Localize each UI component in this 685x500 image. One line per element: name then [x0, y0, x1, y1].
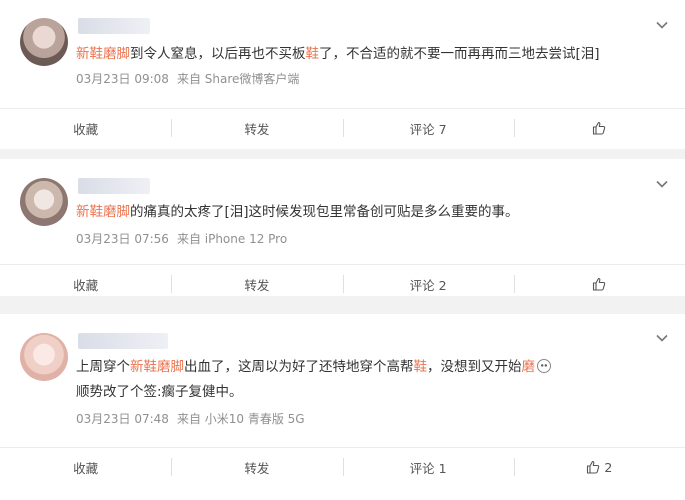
chevron-down-icon[interactable] — [655, 18, 669, 32]
comment-button[interactable]: 评论 1 — [342, 448, 514, 486]
hashtag-link[interactable]: 新鞋磨脚 — [76, 46, 130, 62]
post-text: 上周穿个新鞋磨脚出血了，这周以为好了还特地穿个高帮鞋，没想到又开始磨 — [76, 357, 665, 377]
post-source: 来自 iPhone 12 Pro — [176, 232, 288, 246]
username-blurred[interactable] — [78, 18, 150, 34]
thumbs-up-icon — [592, 277, 606, 291]
post-text-line2: 顺势改了个签:瘸子复健中。 — [76, 384, 243, 400]
hashtag-link[interactable]: 新鞋磨脚 — [76, 204, 130, 220]
comment-button[interactable]: 评论 7 — [342, 109, 514, 147]
like-count: 2 — [604, 459, 613, 475]
post-source: 来自 Share微博客户端 — [176, 72, 300, 86]
post-source: 来自 小米10 青春版 5G — [176, 412, 305, 426]
post-text: 新鞋磨脚的痛真的太疼了[泪]这时候发现包里常备创可贴是多么重要的事。 — [76, 204, 519, 220]
post-date[interactable]: 03月23日 07:48 — [76, 412, 169, 426]
favorite-button[interactable]: 收藏 — [0, 448, 171, 486]
favorite-button[interactable]: 收藏 — [0, 109, 171, 147]
thumbs-up-icon — [592, 121, 606, 135]
action-bar: 收藏 转发 评论 1 2 — [0, 447, 685, 486]
chevron-down-icon[interactable] — [655, 331, 669, 345]
avatar[interactable] — [20, 18, 68, 66]
keyword-link[interactable]: 磨 — [522, 359, 536, 375]
action-bar: 收藏 转发 评论 7 — [0, 108, 685, 147]
like-button[interactable]: 2 — [513, 448, 685, 486]
repost-button[interactable]: 转发 — [171, 448, 342, 486]
post-date[interactable]: 03月23日 09:08 — [76, 72, 169, 86]
favorite-button[interactable]: 收藏 — [0, 265, 171, 303]
repost-button[interactable]: 转发 — [171, 265, 342, 303]
action-bar: 收藏 转发 评论 2 — [0, 264, 685, 303]
post-text: 新鞋磨脚到令人窒息，以后再也不买板鞋了，不合适的就不要一而再再而三地去尝试[泪] — [76, 46, 600, 62]
dizzy-emoji-icon — [537, 359, 551, 373]
hashtag-link[interactable]: 新鞋磨脚 — [130, 359, 184, 375]
username-blurred[interactable] — [78, 333, 168, 349]
like-button[interactable] — [513, 265, 685, 303]
keyword-link[interactable]: 鞋 — [306, 46, 320, 62]
avatar[interactable] — [20, 333, 68, 381]
username-blurred[interactable] — [78, 178, 150, 194]
comment-button[interactable]: 评论 2 — [342, 265, 514, 303]
chevron-down-icon[interactable] — [655, 177, 669, 191]
post-meta: 03月23日 07:56 来自 iPhone 12 Pro — [76, 230, 287, 247]
repost-button[interactable]: 转发 — [171, 109, 342, 147]
keyword-link[interactable]: 鞋 — [414, 359, 428, 375]
post-date[interactable]: 03月23日 07:56 — [76, 232, 169, 246]
post-meta: 03月23日 09:08 来自 Share微博客户端 — [76, 70, 299, 87]
post-meta: 03月23日 07:48 来自 小米10 青春版 5G — [76, 410, 305, 427]
avatar[interactable] — [20, 178, 68, 226]
like-button[interactable] — [513, 109, 685, 147]
thumbs-up-icon — [586, 460, 600, 474]
